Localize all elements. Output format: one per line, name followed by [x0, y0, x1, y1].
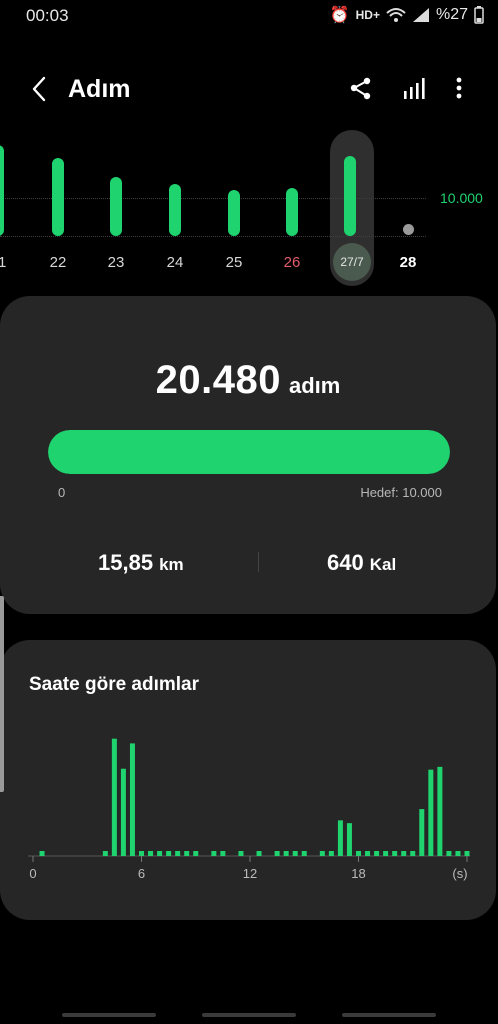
hourly-bar — [283, 851, 289, 856]
progress-goal-label: Hedef: 10.000 — [360, 485, 442, 500]
wifi-icon — [386, 8, 406, 22]
back-button[interactable] — [24, 72, 54, 106]
hourly-bar — [292, 851, 298, 856]
hourly-bar — [274, 851, 280, 856]
hourly-bar — [419, 809, 425, 856]
nav-back-handle[interactable] — [342, 1013, 436, 1017]
future-day-dot — [403, 224, 414, 235]
status-icons: ⏰ HD+ %27 — [330, 5, 484, 25]
day-label[interactable]: 25 — [214, 254, 254, 271]
day-label[interactable]: 26 — [272, 254, 312, 271]
x-tick-label: 6 — [138, 866, 145, 881]
hourly-bar — [120, 768, 126, 856]
calories-stat: 640 Kal — [327, 550, 396, 576]
hourly-bar — [175, 851, 181, 856]
stat-divider — [258, 552, 259, 572]
steps-value: 20.480 — [155, 358, 281, 402]
hourly-bar — [139, 851, 144, 856]
share-button[interactable] — [346, 74, 376, 104]
selected-day-badge[interactable]: 27/7 — [333, 243, 371, 281]
hourly-title: Saate göre adımlar — [29, 674, 200, 695]
hourly-bar — [346, 823, 352, 856]
baseline — [0, 236, 426, 237]
hourly-bar — [220, 851, 226, 856]
hourly-bar — [392, 851, 398, 856]
hourly-bar — [428, 769, 434, 856]
nav-recent-handle[interactable] — [62, 1013, 156, 1017]
distance-stat: 15,85 km — [98, 550, 184, 576]
day-label[interactable]: 24 — [155, 254, 195, 271]
more-options-button[interactable] — [446, 74, 472, 104]
goal-line-label: 10.000 — [440, 190, 483, 206]
hourly-bar — [365, 851, 371, 856]
day-label[interactable]: 23 — [96, 254, 136, 271]
hourly-bar — [157, 851, 163, 856]
day-bar-21[interactable] — [0, 144, 4, 236]
hourly-bar — [410, 851, 416, 856]
hourly-bar — [111, 738, 117, 856]
bar-chart-icon — [404, 78, 425, 99]
edge-panel-handle[interactable] — [0, 596, 4, 792]
distance-value: 15,85 — [98, 550, 154, 575]
hourly-bar — [319, 851, 325, 856]
calories-value: 640 — [327, 550, 364, 575]
share-icon — [350, 77, 371, 100]
hourly-bar — [301, 851, 307, 856]
hourly-bar — [166, 851, 172, 856]
hourly-bar — [238, 851, 244, 856]
x-tick-label: (s) — [452, 866, 467, 881]
hourly-bar — [129, 743, 135, 856]
page-title: Adım — [68, 75, 131, 103]
hourly-bar — [328, 851, 334, 856]
chevron-left-icon — [32, 76, 46, 102]
hourly-bar — [383, 851, 389, 856]
statistics-button[interactable] — [400, 74, 430, 104]
distance-unit: km — [159, 555, 184, 574]
x-tick-label: 0 — [29, 866, 36, 881]
day-bar-23[interactable] — [110, 176, 122, 236]
hourly-steps-card: 0 6 12 18 (s) Saate göre adımlar — [0, 640, 496, 920]
hourly-bar — [455, 851, 461, 856]
hourly-bar — [437, 766, 443, 856]
alarm-icon: ⏰ — [329, 7, 350, 24]
day-bar-25[interactable] — [228, 190, 240, 236]
day-label[interactable]: 28 — [388, 254, 428, 271]
steps-unit: adım — [288, 373, 341, 398]
day-bar-22[interactable] — [52, 158, 64, 236]
summary-card: 20.480 adım 0 Hedef: 10.000 15,85 km 640 Ka… — [0, 296, 496, 614]
day-bar-24[interactable] — [169, 184, 181, 236]
battery-level: %27 — [435, 6, 468, 23]
hourly-bar — [446, 851, 452, 856]
signal-icon — [412, 8, 429, 22]
day-bar-27-7[interactable] — [344, 156, 356, 236]
network-type: HD+ — [355, 8, 380, 22]
hourly-bar — [374, 851, 380, 856]
x-tick-label: 18 — [351, 866, 365, 881]
goal-progress-bar — [48, 430, 450, 474]
hourly-bar — [211, 851, 217, 856]
progress-min-label: 0 — [58, 485, 66, 500]
hourly-bar — [256, 851, 262, 856]
calories-unit: Kal — [369, 555, 397, 574]
hourly-bar — [337, 820, 343, 856]
hourly-bar — [193, 851, 199, 856]
hourly-bar — [39, 851, 45, 856]
hourly-bar — [148, 851, 154, 856]
more-vertical-icon — [456, 77, 462, 99]
hourly-bar — [184, 851, 190, 856]
hourly-bar — [356, 851, 361, 856]
battery-icon — [474, 6, 484, 24]
goal-progress-fill — [48, 430, 450, 474]
nav-home-handle[interactable] — [202, 1013, 296, 1017]
hourly-bar — [464, 851, 470, 856]
status-time: 00:03 — [26, 6, 69, 25]
day-label[interactable]: 21 — [0, 254, 18, 271]
steps-total: 20.480 adım — [0, 358, 496, 403]
x-tick-label: 12 — [243, 866, 257, 881]
day-bar-26[interactable] — [286, 188, 298, 236]
day-label[interactable]: 22 — [38, 254, 78, 271]
hourly-bar — [401, 851, 407, 856]
hourly-bar — [102, 851, 108, 856]
